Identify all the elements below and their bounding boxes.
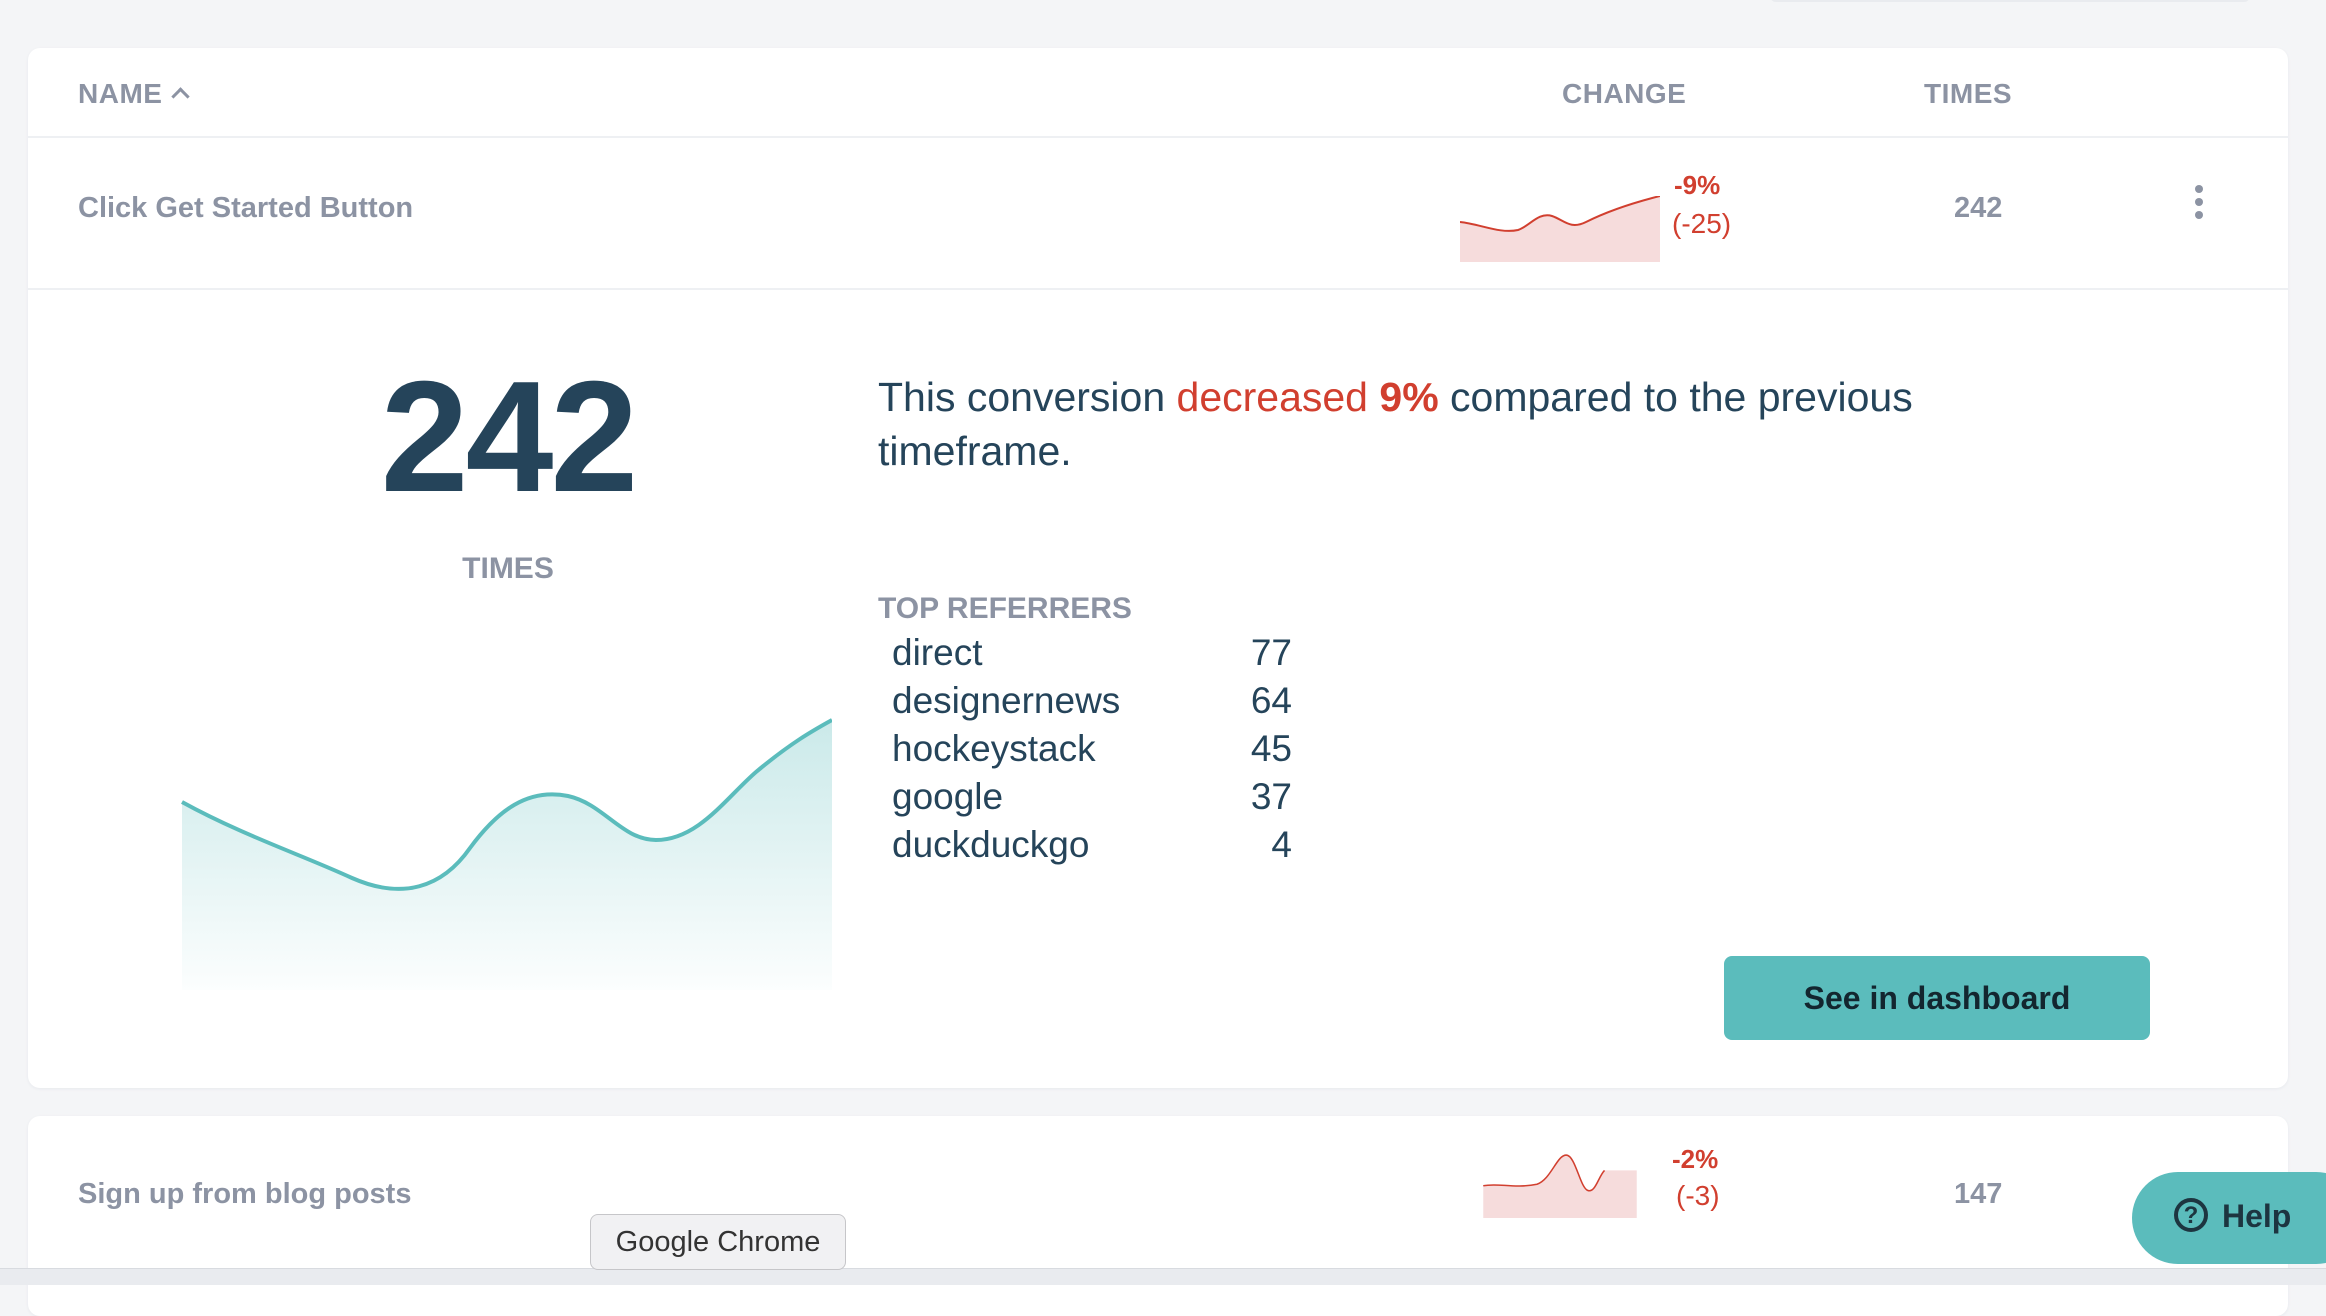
change-percent: -2% <box>1672 1144 1719 1174</box>
change-absolute: (-25) <box>1672 208 1732 239</box>
conversion-table-card-2: Sign up from blog posts -2% (-3) 147 <box>28 1116 2288 1316</box>
conversion-name: Sign up from blog posts <box>78 1178 412 1210</box>
referrer-row: hockeystack 45 <box>892 728 1292 769</box>
times-column-header[interactable]: TIMES <box>1924 78 2012 110</box>
more-options-icon[interactable] <box>2191 185 2207 225</box>
table-row[interactable]: Click Get Started Button -9% (-25) 242 <box>28 138 2288 290</box>
top-overlay-shadow <box>1770 0 2250 2</box>
trend-area-chart <box>181 718 832 990</box>
table-header: NAME CHANGE TIMES <box>28 48 2288 138</box>
help-button[interactable]: ? Help <box>2132 1172 2326 1264</box>
referrer-row: direct 77 <box>892 632 1292 673</box>
conversion-table-card: NAME CHANGE TIMES Click Get Started Butt… <box>28 48 2288 1088</box>
chevron-up-icon <box>171 87 191 106</box>
question-icon: ? <box>2174 1198 2208 1232</box>
total-times-label: TIMES <box>462 552 554 585</box>
change-sparkline <box>1460 196 1660 262</box>
conversion-name: Click Get Started Button <box>78 192 414 224</box>
referrer-row: designernews 64 <box>892 680 1292 721</box>
table-row[interactable]: Sign up from blog posts -2% (-3) 147 <box>28 1116 2288 1266</box>
help-label: Help <box>2222 1198 2292 1234</box>
dock-tooltip: Google Chrome <box>590 1214 846 1270</box>
change-column-header[interactable]: CHANGE <box>1562 78 1686 110</box>
change-sparkline <box>1483 1154 1637 1218</box>
change-percent: -9% <box>1674 170 1721 200</box>
change-summary-sentence: This conversion decreased 9% compared to… <box>878 374 1913 474</box>
see-in-dashboard-button[interactable]: See in dashboard <box>1724 956 2150 1040</box>
total-times-number: 242 <box>380 349 639 525</box>
change-absolute: (-3) <box>1676 1180 1720 1211</box>
times-value: 242 <box>1954 192 2003 224</box>
browser-dock-edge <box>0 1268 2326 1285</box>
times-value: 147 <box>1954 1178 2003 1210</box>
name-column-header[interactable]: NAME <box>78 78 191 110</box>
referrer-row: duckduckgo 4 <box>892 824 1292 865</box>
referrer-row: google 37 <box>892 776 1292 817</box>
top-referrers-title: TOP REFERRERS <box>878 592 1132 625</box>
